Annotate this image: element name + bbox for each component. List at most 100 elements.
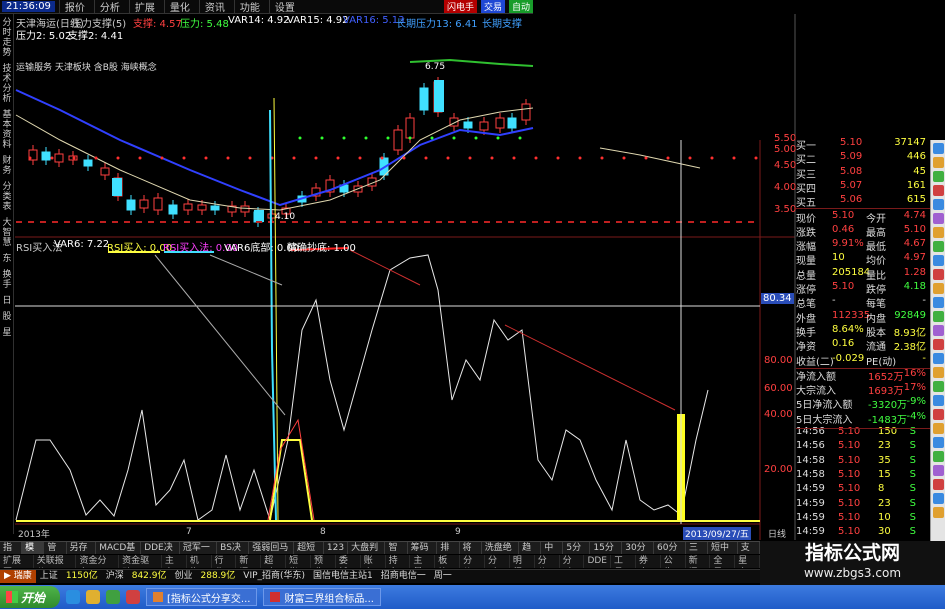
ext-tab-14[interactable]: 主量 — [410, 555, 436, 568]
ext-tab-8[interactable]: 超时 — [261, 555, 287, 568]
tab-13[interactable]: 筹码峰 — [408, 542, 438, 554]
left-tab-0[interactable]: 分时走势 — [1, 18, 13, 58]
status-server[interactable]: VIP_招商(华东) — [239, 570, 309, 583]
tab-5[interactable]: DDE决策 — [141, 542, 180, 554]
toolbar-icon[interactable] — [933, 213, 944, 224]
menu-analysis[interactable]: 分析 — [93, 0, 125, 14]
tab-0[interactable]: 指标 — [0, 542, 23, 554]
ext-tab-22[interactable]: 工具 — [611, 555, 636, 568]
tab-15[interactable]: 将军 — [460, 542, 482, 554]
tab-22[interactable]: 60分钟 — [654, 542, 686, 554]
trade-button[interactable]: 交易 — [480, 0, 505, 13]
toolbar-icon[interactable] — [933, 143, 944, 154]
ext-tab-21[interactable]: DDE — [584, 555, 611, 568]
ext-tab-0[interactable]: 扩展区 — [0, 555, 34, 568]
toolbar-icon[interactable] — [933, 367, 944, 378]
tab-14[interactable]: 排序 — [437, 542, 460, 554]
toolbar-icon[interactable] — [933, 269, 944, 280]
tab-7[interactable]: BS决策 — [217, 542, 250, 554]
ext-tab-27[interactable]: 星空 — [735, 555, 760, 568]
tab-24[interactable]: 短中盘 — [708, 542, 738, 554]
app-icon[interactable] — [126, 590, 140, 604]
ext-tab-4[interactable]: 主力 — [162, 555, 187, 568]
left-tab-3[interactable]: 财务 — [1, 156, 13, 176]
app-icon[interactable] — [106, 590, 120, 604]
tab-25[interactable]: 支撑 — [738, 542, 760, 554]
ext-tab-5[interactable]: 机构 — [187, 555, 212, 568]
toolbar-icon[interactable] — [933, 311, 944, 322]
left-tab-1[interactable]: 技术分析 — [1, 64, 13, 104]
left-tab-7[interactable]: 换手 — [1, 270, 13, 290]
toolbar-icon[interactable] — [933, 199, 944, 210]
tab-1[interactable]: 模版 — [22, 542, 45, 554]
toolbar-icon[interactable] — [933, 451, 944, 462]
tab-10[interactable]: 123 — [324, 542, 349, 554]
ext-tab-7[interactable]: 新闻 — [236, 555, 262, 568]
flash-trade-button[interactable]: 闪电手 — [443, 0, 477, 13]
toolbar-icon[interactable] — [933, 297, 944, 308]
tab-8[interactable]: 强弱回马枪 — [249, 542, 295, 554]
toolbar-icon[interactable] — [933, 381, 944, 392]
ext-tab-10[interactable]: 预收 — [311, 555, 336, 568]
toolbar-icon[interactable] — [933, 493, 944, 504]
toolbar-icon[interactable] — [933, 507, 944, 518]
ext-tab-26[interactable]: 全景 — [710, 555, 736, 568]
ext-tab-25[interactable]: 新闻 — [686, 555, 711, 568]
tab-6[interactable]: 冠军一号 — [180, 542, 218, 554]
menu-extend[interactable]: 扩展 — [128, 0, 160, 14]
ext-tab-2[interactable]: 资金分布 — [76, 555, 120, 568]
ext-tab-23[interactable]: 券商 — [636, 555, 661, 568]
tab-18[interactable]: 中线 — [541, 542, 564, 554]
left-tab-10[interactable]: 星 — [1, 328, 13, 338]
left-tab-4[interactable]: 分类表 — [1, 182, 13, 212]
toolbar-icon[interactable] — [933, 465, 944, 476]
ext-tab-20[interactable]: 分时 — [560, 555, 585, 568]
ext-tab-6[interactable]: 行业 — [212, 555, 237, 568]
tab-19[interactable]: 5分钟 — [563, 542, 591, 554]
tab-16[interactable]: 洗盘绝杀 — [482, 542, 520, 554]
toolbar-icon[interactable] — [933, 395, 944, 406]
toolbar-icon[interactable] — [933, 241, 944, 252]
toolbar-icon[interactable] — [933, 283, 944, 294]
tab-11[interactable]: 大盘判断 — [348, 542, 386, 554]
ext-tab-1[interactable]: 关联报价 — [34, 555, 77, 568]
tab-12[interactable]: 智能 — [385, 542, 408, 554]
task-item-forum[interactable]: [指标公式分享交... — [146, 588, 258, 606]
ext-tab-3[interactable]: 资金驱动 — [119, 555, 162, 568]
tab-21[interactable]: 30分钟 — [622, 542, 655, 554]
toolbar-icon[interactable] — [933, 171, 944, 182]
toolbar-icon[interactable] — [933, 339, 944, 350]
ext-tab-19[interactable]: 分价 — [535, 555, 560, 568]
ext-tab-9[interactable]: 短指 — [286, 555, 311, 568]
left-tab-9[interactable]: 股 — [1, 312, 13, 322]
toolbar-icon[interactable] — [933, 157, 944, 168]
ext-tab-17[interactable]: 分时 — [485, 555, 510, 568]
menu-function[interactable]: 功能 — [233, 0, 265, 14]
browser-icon[interactable] — [66, 590, 80, 604]
toolbar-icon[interactable] — [933, 437, 944, 448]
menu-quote[interactable]: 报价 — [58, 0, 90, 14]
tab-23[interactable]: 三剑 — [686, 542, 709, 554]
ext-tab-15[interactable]: 板块 — [435, 555, 461, 568]
auto-button[interactable]: 自动 — [508, 0, 533, 13]
tab-3[interactable]: 另存为 — [67, 542, 97, 554]
ext-tab-16[interactable]: 分价 — [460, 555, 485, 568]
tab-4[interactable]: MACD基本 — [96, 542, 142, 554]
folder-icon[interactable] — [86, 590, 100, 604]
tab-9[interactable]: 超短线 — [294, 542, 324, 554]
toolbar-icon[interactable] — [933, 409, 944, 420]
tab-2[interactable]: 管理 — [44, 542, 67, 554]
tab-17[interactable]: 趋势 — [519, 542, 542, 554]
toolbar-icon[interactable] — [933, 423, 944, 434]
toolbar-icon[interactable] — [933, 353, 944, 364]
left-tab-5[interactable]: 大智慧 — [1, 218, 13, 248]
menu-news[interactable]: 资讯 — [198, 0, 230, 14]
start-button[interactable]: 开始 — [0, 586, 60, 608]
ext-tab-12[interactable]: 账户 — [361, 555, 386, 568]
task-item-stock-app[interactable]: 财富三界组合标品... — [263, 588, 381, 606]
ext-tab-13[interactable]: 持仓 — [386, 555, 411, 568]
left-tab-2[interactable]: 基本资料 — [1, 110, 13, 150]
ext-tab-11[interactable]: 委托 — [336, 555, 361, 568]
toolbar-icon[interactable] — [933, 227, 944, 238]
menu-quant[interactable]: 量化 — [163, 0, 195, 14]
